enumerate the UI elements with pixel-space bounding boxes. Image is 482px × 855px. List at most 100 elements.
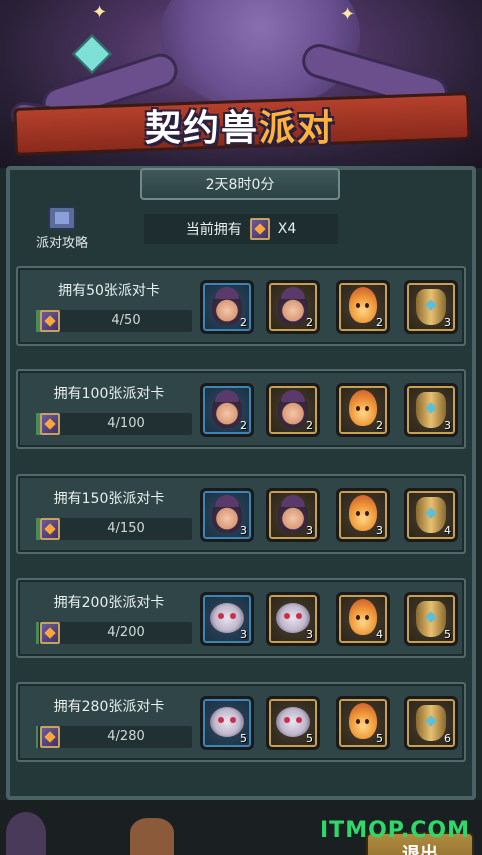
- reward-slot[interactable]: 5: [336, 696, 390, 750]
- flame-spirit-icon: [349, 390, 377, 426]
- tier-progress-bar: 4/100: [36, 413, 192, 435]
- reward-slot[interactable]: 2: [266, 383, 320, 437]
- reward-slot[interactable]: 3: [266, 488, 320, 542]
- reward-tier-row: 拥有150张派对卡 4/150 3 3 3 4: [16, 474, 466, 554]
- tier-label: 拥有280张派对卡: [53, 699, 165, 715]
- pet-art: [6, 812, 46, 855]
- tier-progress-text: 4/280: [107, 729, 145, 744]
- reward-quantity: 3: [240, 628, 247, 641]
- reward-slot[interactable]: 3: [404, 280, 458, 334]
- watermark: ITMOP.COM: [320, 818, 470, 843]
- reward-slot[interactable]: 2: [336, 383, 390, 437]
- party-card-icon: [40, 622, 60, 644]
- tier-label: 拥有100张派对卡: [53, 386, 165, 402]
- progress-fill: [36, 622, 40, 644]
- reward-quantity: 4: [444, 524, 451, 537]
- tier-info: 拥有280张派对卡 4/280: [26, 692, 192, 754]
- reward-slot[interactable]: 5: [200, 696, 254, 750]
- golden-urn-icon: [416, 392, 446, 428]
- beast-portrait-icon: [276, 707, 310, 737]
- reward-slot[interactable]: 3: [200, 488, 254, 542]
- reward-slot[interactable]: 5: [266, 696, 320, 750]
- reward-slot[interactable]: 3: [200, 592, 254, 646]
- reward-quantity: 2: [376, 419, 383, 432]
- owned-prefix: 当前拥有: [185, 222, 242, 238]
- countdown-timer: 2天8时0分: [140, 168, 340, 200]
- party-card-icon: [249, 218, 270, 240]
- guide-button[interactable]: 派对攻略: [22, 206, 102, 251]
- reward-slot[interactable]: 3: [404, 383, 458, 437]
- flame-spirit-icon: [349, 495, 377, 531]
- hero-portrait-icon: [212, 390, 242, 428]
- hero-portrait-icon: [278, 390, 308, 428]
- event-title: 契约兽 派对: [80, 92, 400, 158]
- flame-spirit-icon: [349, 703, 377, 739]
- tier-info: 拥有200张派对卡 4/200: [26, 588, 192, 650]
- hero-portrait-icon: [212, 495, 242, 533]
- event-title-part2: 派对: [259, 108, 336, 149]
- tier-progress-bar: 4/200: [36, 622, 192, 644]
- owned-cards-bar: 当前拥有 X4: [144, 214, 338, 244]
- tier-label: 拥有150张派对卡: [53, 491, 165, 507]
- book-icon: [48, 206, 76, 230]
- reward-quantity: 3: [376, 524, 383, 537]
- reward-slot[interactable]: 2: [336, 280, 390, 334]
- reward-slot[interactable]: 4: [336, 592, 390, 646]
- flame-spirit-icon: [349, 287, 377, 323]
- tier-info: 拥有50张派对卡 4/50: [26, 276, 192, 338]
- reward-quantity: 2: [376, 316, 383, 329]
- hero-portrait-icon: [212, 287, 242, 325]
- reward-quantity: 2: [306, 419, 313, 432]
- guide-label: 派对攻略: [35, 236, 88, 251]
- hero-portrait-icon: [278, 495, 308, 533]
- hero-portrait-icon: [278, 287, 308, 325]
- tier-progress-bar: 4/50: [36, 310, 192, 332]
- reward-slot[interactable]: 6: [404, 696, 458, 750]
- reward-quantity: 5: [306, 732, 313, 745]
- tier-progress-text: 4/200: [107, 625, 145, 640]
- tier-progress-bar: 4/280: [36, 726, 192, 748]
- tier-progress-bar: 4/150: [36, 518, 192, 540]
- beast-portrait-icon: [276, 603, 310, 633]
- reward-quantity: 6: [444, 732, 451, 745]
- reward-quantity: 3: [306, 524, 313, 537]
- beast-portrait-icon: [210, 603, 244, 633]
- reward-slot[interactable]: 2: [266, 280, 320, 334]
- reward-quantity: 3: [444, 419, 451, 432]
- reward-slot[interactable]: 4: [404, 488, 458, 542]
- reward-slot[interactable]: 5: [404, 592, 458, 646]
- event-title-part1: 契约兽: [144, 108, 259, 149]
- flame-spirit-icon: [349, 599, 377, 635]
- exit-label: 退出: [402, 844, 438, 855]
- reward-quantity: 5: [240, 732, 247, 745]
- reward-quantity: 2: [240, 316, 247, 329]
- gem-icon: [72, 34, 112, 74]
- reward-quantity: 3: [444, 316, 451, 329]
- reward-slot[interactable]: 2: [200, 383, 254, 437]
- owned-count: X4: [277, 221, 297, 237]
- party-card-icon: [40, 518, 60, 540]
- tier-progress-text: 4/100: [107, 416, 145, 431]
- tier-progress-text: 4/50: [111, 313, 141, 328]
- pet-art: [130, 818, 174, 855]
- tier-label: 拥有200张派对卡: [53, 595, 165, 611]
- progress-fill: [36, 726, 39, 748]
- reward-quantity: 4: [376, 628, 383, 641]
- reward-tier-row: 拥有50张派对卡 4/50 2 2 2 3: [16, 266, 466, 346]
- reward-slot[interactable]: 3: [266, 592, 320, 646]
- reward-quantity: 2: [306, 316, 313, 329]
- countdown-text: 2天8时0分: [205, 177, 275, 193]
- reward-tier-row: 拥有280张派对卡 4/280 5 5 5 6: [16, 682, 466, 762]
- golden-urn-icon: [416, 601, 446, 637]
- reward-slot[interactable]: 2: [200, 280, 254, 334]
- sparkle-icon: ✦: [340, 4, 356, 25]
- reward-tier-row: 拥有100张派对卡 4/100 2 2 2 3: [16, 369, 466, 449]
- reward-quantity: 5: [376, 732, 383, 745]
- party-card-icon: [40, 310, 60, 332]
- reward-quantity: 5: [444, 628, 451, 641]
- party-card-icon: [40, 413, 60, 435]
- reward-quantity: 2: [240, 419, 247, 432]
- tier-progress-text: 4/150: [107, 521, 145, 536]
- reward-slot[interactable]: 3: [336, 488, 390, 542]
- golden-urn-icon: [416, 497, 446, 533]
